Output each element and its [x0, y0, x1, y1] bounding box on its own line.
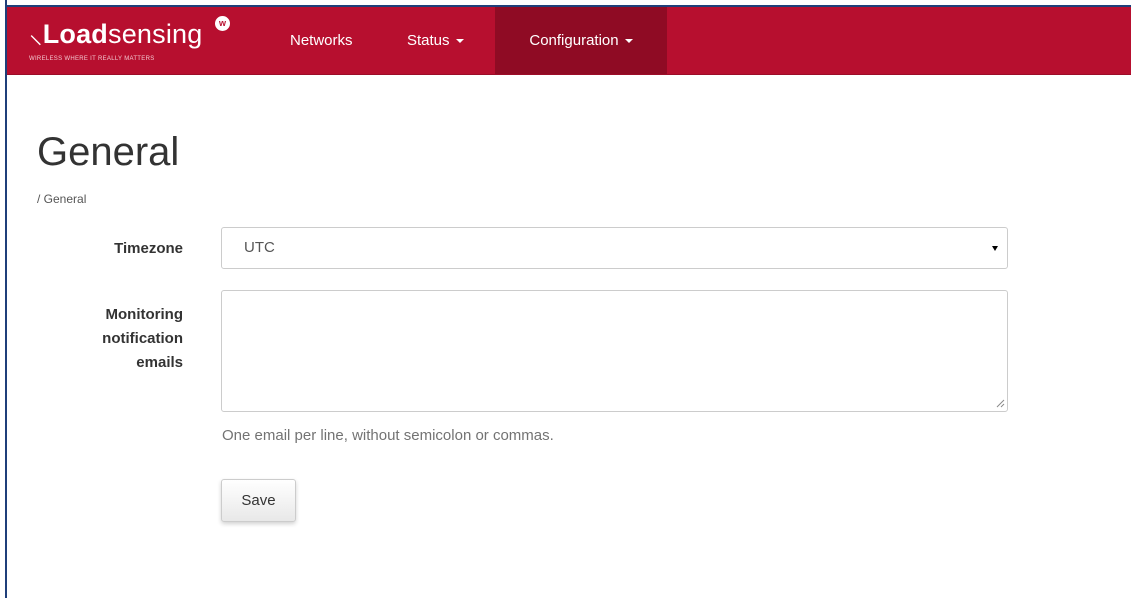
nav-networks[interactable]: Networks	[290, 7, 353, 74]
monitoring-emails-label-line1: Monitoring	[105, 306, 183, 323]
page-title: General	[37, 130, 180, 174]
nav-configuration-dropdown[interactable]: Configuration	[495, 7, 667, 74]
caret-down-icon	[624, 39, 633, 44]
brand-prefix-glyph: ⸜	[29, 19, 43, 49]
timezone-label: Timezone	[114, 240, 183, 257]
timezone-selected-value: UTC	[244, 239, 275, 256]
brand-name: ⸜Loadsensing	[29, 18, 202, 50]
top-navbar: ⸜Loadsensing w WIRELESS WHERE IT REALLY …	[7, 7, 1131, 75]
nav-status-label: Status	[407, 32, 450, 49]
nav-status-dropdown[interactable]: Status	[407, 7, 464, 74]
breadcrumb: / General	[37, 192, 87, 206]
brand-name-regular: sensing	[108, 19, 203, 49]
window-frame-left	[5, 0, 7, 598]
dropdown-arrow-icon	[992, 246, 998, 251]
monitoring-emails-label-line2: notification	[102, 330, 183, 347]
nav-configuration-label: Configuration	[529, 32, 619, 49]
nav-networks-label: Networks	[290, 32, 353, 49]
save-button[interactable]: Save	[221, 479, 296, 522]
timezone-select[interactable]: UTC	[221, 227, 1008, 269]
monitoring-emails-textarea[interactable]	[221, 290, 1008, 412]
emails-help-text: One email per line, without semicolon or…	[222, 427, 554, 444]
brand-tagline: WIRELESS WHERE IT REALLY MATTERS	[29, 56, 155, 62]
resize-handle-icon[interactable]	[996, 399, 1005, 408]
monitoring-emails-label: Monitoring notification emails	[40, 303, 183, 375]
monitoring-emails-label-line3: emails	[136, 354, 183, 371]
brand-logo[interactable]: ⸜Loadsensing w WIRELESS WHERE IT REALLY …	[29, 15, 230, 71]
brand-name-bold: Load	[42, 19, 108, 49]
caret-down-icon	[455, 39, 464, 44]
wifi-badge-icon: w	[215, 16, 230, 31]
